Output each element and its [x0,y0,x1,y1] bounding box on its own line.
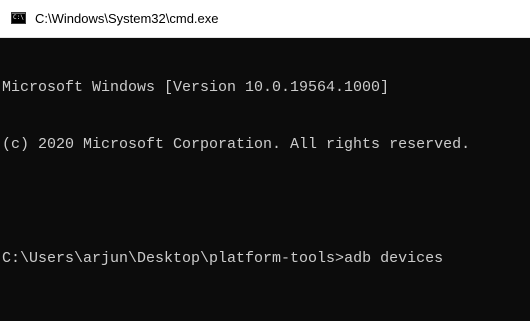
version-line: Microsoft Windows [Version 10.0.19564.10… [2,79,390,96]
cmd-window: C:\. C:\Windows\System32\cmd.exe Microso… [0,0,530,321]
console-output[interactable]: Microsoft Windows [Version 10.0.19564.10… [2,40,528,321]
command-prompt-icon: C:\. [11,12,26,24]
command-input[interactable]: adb devices [344,250,443,267]
command-line: C:\Users\arjun\Desktop\platform-tools>ad… [2,249,528,268]
window-title: C:\Windows\System32\cmd.exe [35,11,219,26]
prompt-path: C:\Users\arjun\Desktop\platform-tools> [2,250,345,267]
copyright-line: (c) 2020 Microsoft Corporation. All righ… [2,136,471,153]
title-bar[interactable]: C:\. C:\Windows\System32\cmd.exe [0,0,530,38]
